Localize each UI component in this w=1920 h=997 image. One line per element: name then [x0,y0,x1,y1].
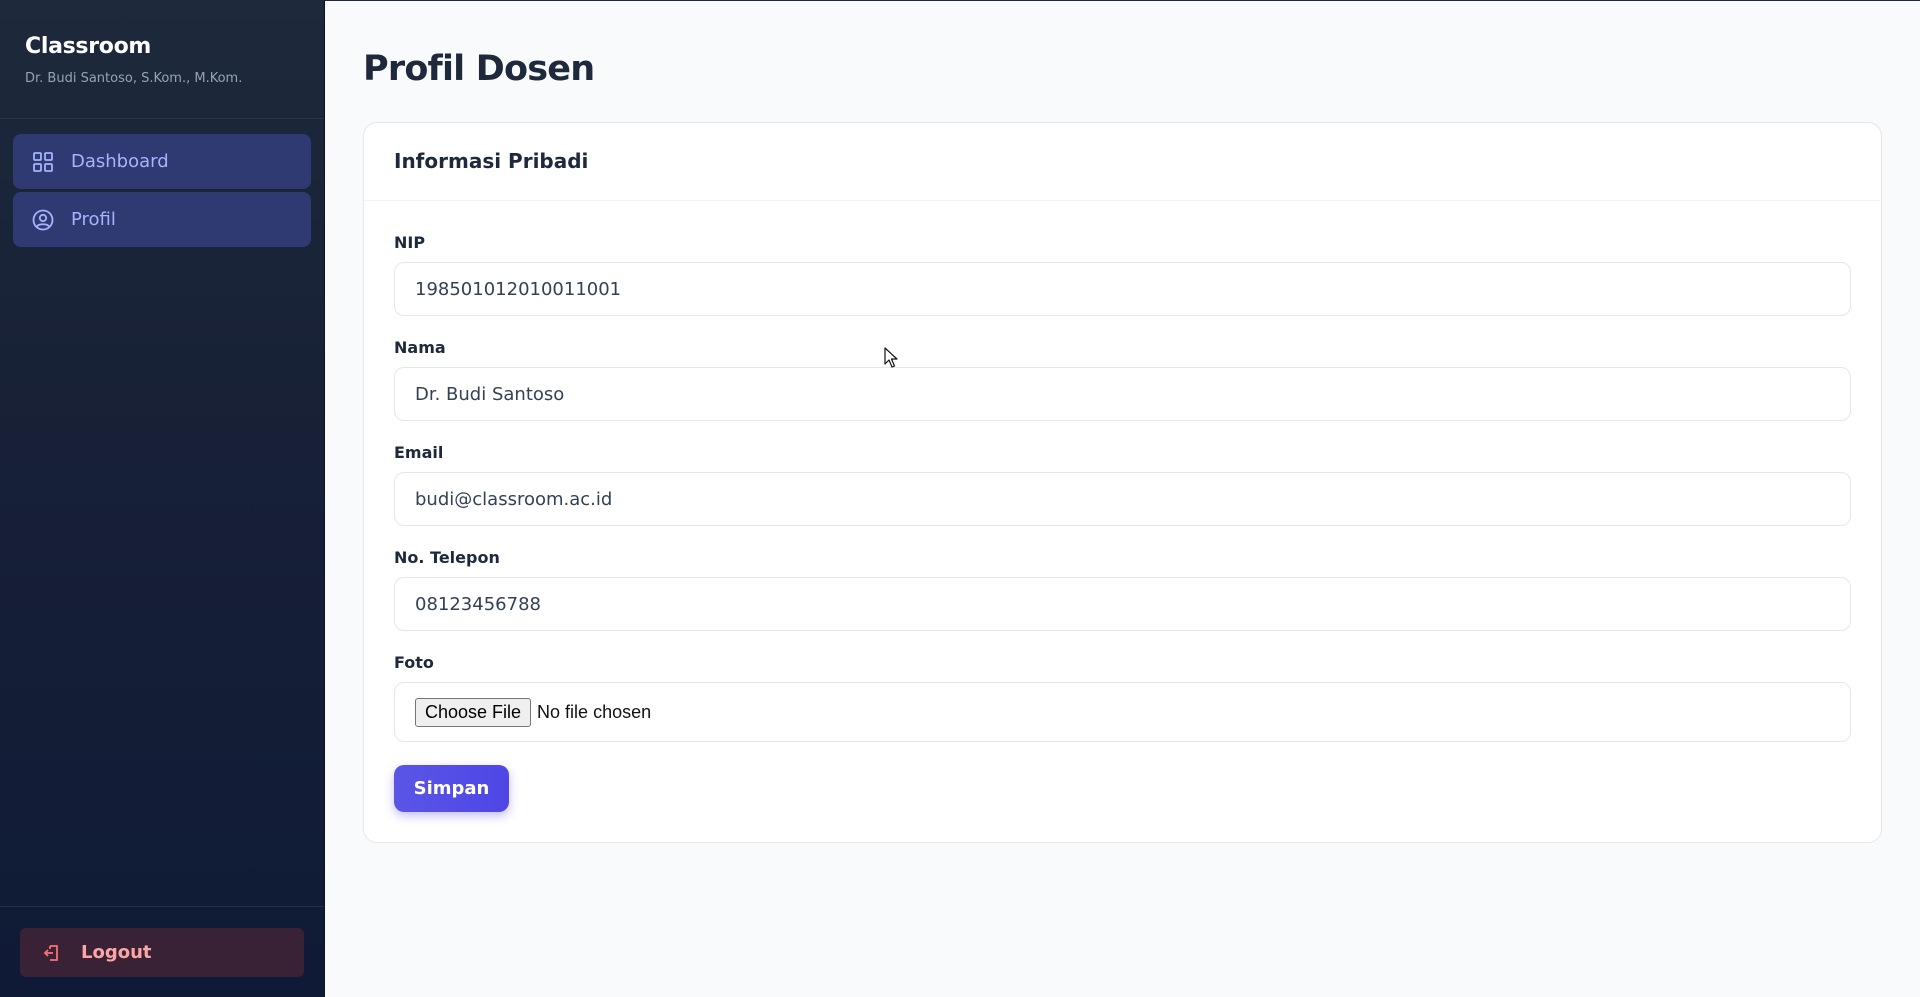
sidebar-footer: Logout [0,906,324,997]
sidebar: Classroom Dr. Budi Santoso, S.Kom., M.Ko… [0,0,325,997]
telepon-input[interactable] [394,577,1851,631]
choose-file-button[interactable]: Choose File [415,697,532,727]
grid-icon [32,151,54,173]
field-nip: NIP [394,233,1851,316]
field-foto: Foto Choose File No file chosen [394,653,1851,742]
email-label: Email [394,443,444,462]
nama-input[interactable] [394,367,1851,421]
sidebar-item-label: Profil [71,209,116,230]
nip-input[interactable] [394,262,1851,316]
logout-label: Logout [81,942,152,963]
field-telepon: No. Telepon [394,548,1851,631]
logout-button[interactable]: Logout [20,928,304,977]
brand: Classroom Dr. Budi Santoso, S.Kom., M.Ko… [0,0,324,119]
brand-title: Classroom [25,34,152,59]
field-email: Email [394,443,1851,526]
telepon-label: No. Telepon [394,548,500,567]
sidebar-item-label: Dashboard [71,151,169,172]
profile-form: NIP Nama Email No. Telepon Foto [364,201,1881,842]
save-button[interactable]: Simpan [394,765,509,812]
foto-file-input: Choose File No file chosen [394,682,1851,742]
file-status: No file chosen [537,701,652,722]
mouse-cursor-icon [884,347,898,368]
sidebar-item-profil[interactable]: Profil [13,192,311,247]
sidebar-nav: Dashboard Profil [0,119,324,906]
foto-label: Foto [394,653,434,672]
user-circle-icon [32,209,54,231]
nama-label: Nama [394,338,446,357]
user-name: Dr. Budi Santoso, S.Kom., M.Kom. [25,71,243,86]
page-title: Profil Dosen [363,49,595,89]
app-root: Classroom Dr. Budi Santoso, S.Kom., M.Ko… [0,0,1920,997]
sidebar-item-dashboard[interactable]: Dashboard [13,134,311,189]
main-content: Profil Dosen Informasi Pribadi NIP Nama … [325,0,1920,997]
card-title: Informasi Pribadi [394,149,589,173]
card-header: Informasi Pribadi [364,123,1881,201]
field-nama: Nama [394,338,1851,421]
email-input[interactable] [394,472,1851,526]
profile-card: Informasi Pribadi NIP Nama Email No. Tel… [363,122,1882,843]
nip-label: NIP [394,233,426,252]
logout-icon [42,943,62,963]
